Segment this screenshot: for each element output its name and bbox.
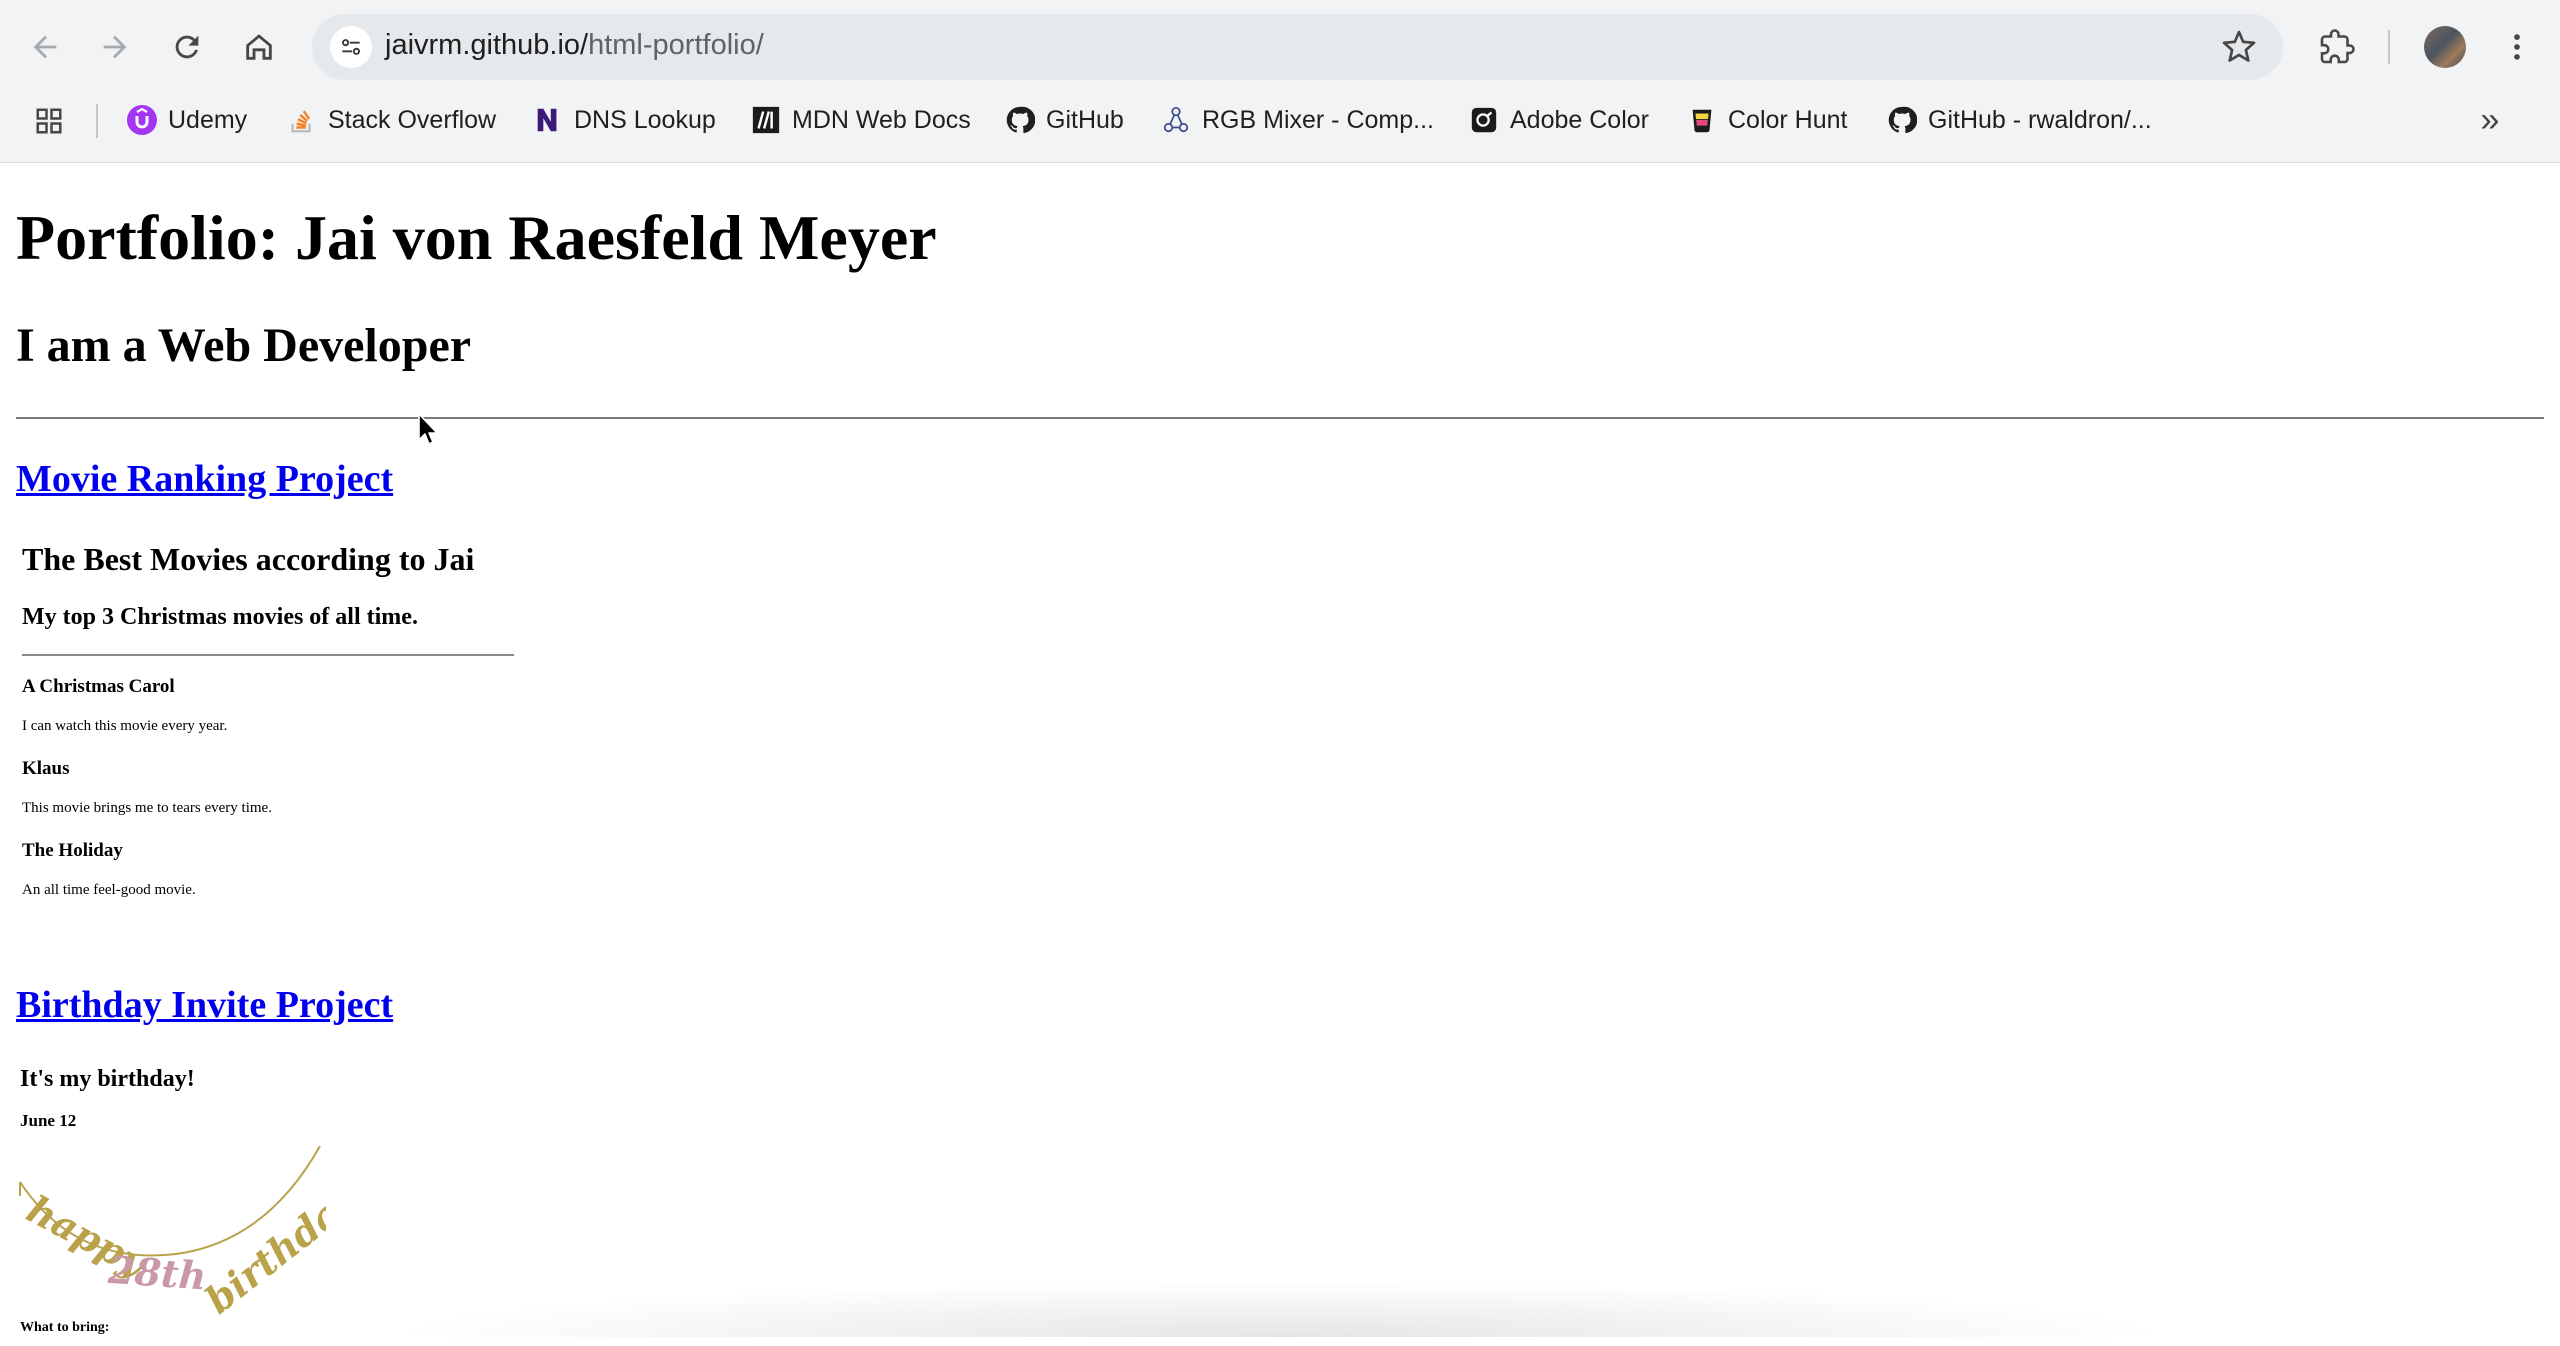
url-path: html-portfolio/ — [588, 29, 764, 61]
bookmark-stack-overflow[interactable]: Stack Overflow — [286, 96, 496, 144]
menu-kebab-icon[interactable] — [2494, 24, 2540, 70]
svg-text:birthday: birthday — [197, 1175, 326, 1323]
page-title: Portfolio: Jai von Raesfeld Meyer — [16, 202, 937, 273]
bookmark-label: GitHub - rwaldron/... — [1928, 105, 2152, 134]
back-button[interactable] — [20, 22, 70, 72]
home-button[interactable] — [234, 22, 284, 72]
home-icon — [246, 34, 272, 60]
mouse-cursor-icon — [418, 413, 438, 445]
url-text[interactable]: jaivrm.github.io/html-portfolio/ — [385, 29, 764, 62]
birthday-date: June 12 — [20, 1111, 77, 1130]
bookmark-color-hunt[interactable]: Color Hunt — [1686, 96, 1848, 144]
what-to-bring-label: What to bring: — [20, 1320, 110, 1335]
movie-section-subheading: My top 3 Christmas movies of all time. — [22, 604, 418, 630]
bookmarks-bar: Udemy Stack Overflow DNS Lookup MDN Web … — [0, 94, 2560, 146]
github-icon — [1886, 104, 1918, 136]
movie-title: Klaus — [22, 758, 70, 779]
page-content: Portfolio: Jai von Raesfeld Meyer I am a… — [0, 163, 2560, 1337]
birthday-invite-project-link[interactable]: Birthday Invite Project — [16, 983, 393, 1027]
arrow-left-icon — [33, 35, 57, 59]
reload-button[interactable] — [162, 22, 212, 72]
bookmark-dns-lookup[interactable]: DNS Lookup — [532, 96, 716, 144]
bookmark-label: Adobe Color — [1510, 105, 1649, 134]
bookmarks-separator — [96, 104, 98, 138]
adobe-color-icon — [1468, 104, 1500, 136]
toolbar-separator — [2388, 30, 2390, 64]
bookmark-label: Color Hunt — [1728, 105, 1848, 134]
color-hunt-icon — [1686, 104, 1718, 136]
stack-overflow-icon — [286, 104, 318, 136]
movie-ranking-project-link[interactable]: Movie Ranking Project — [16, 457, 393, 501]
dns-lookup-icon — [532, 104, 564, 136]
bookmark-adobe-color[interactable]: Adobe Color — [1468, 96, 1649, 144]
mdn-icon — [750, 104, 782, 136]
movie-description: I can watch this movie every year. — [22, 718, 228, 734]
bookmark-github-rwaldron[interactable]: GitHub - rwaldron/... — [1886, 96, 2152, 144]
rgb-mixer-icon — [1160, 104, 1192, 136]
svg-text:28th: 28th — [106, 1247, 208, 1299]
profile-avatar[interactable] — [2424, 26, 2466, 68]
bookmark-github[interactable]: GitHub — [1004, 96, 1124, 144]
bottom-overlay-shadow — [380, 1281, 2180, 1337]
movie-description: This movie brings me to tears every time… — [22, 800, 272, 816]
bookmark-label: DNS Lookup — [574, 105, 716, 134]
github-icon — [1004, 104, 1036, 136]
bookmark-label: MDN Web Docs — [792, 105, 971, 134]
bookmark-mdn[interactable]: MDN Web Docs — [750, 96, 971, 144]
movie-divider — [22, 654, 514, 656]
bookmark-star-icon[interactable] — [2221, 29, 2257, 65]
url-host: jaivrm.github.io/ — [385, 29, 589, 61]
movie-section-heading: The Best Movies according to Jai — [22, 541, 475, 577]
site-info-icon[interactable] — [330, 26, 372, 68]
browser-chrome: jaivrm.github.io/html-portfolio/ Udemy S… — [0, 0, 2560, 163]
extensions-icon[interactable] — [2314, 24, 2360, 70]
apps-grid-icon[interactable] — [34, 106, 64, 136]
happy-birthday-banner-image: happy 28th birthday — [19, 1146, 326, 1323]
movie-description: An all time feel-good movie. — [22, 882, 196, 898]
page-subtitle: I am a Web Developer — [16, 319, 472, 372]
bookmark-rgb-mixer[interactable]: RGB Mixer - Comp... — [1160, 96, 1434, 144]
arrow-right-icon — [103, 35, 127, 59]
movie-title: A Christmas Carol — [22, 676, 175, 697]
bookmark-label: Udemy — [168, 105, 248, 134]
birthday-heading: It's my birthday! — [20, 1066, 195, 1092]
forward-button[interactable] — [90, 22, 140, 72]
movie-title: The Holiday — [22, 840, 123, 861]
bookmark-label: RGB Mixer - Comp... — [1202, 105, 1434, 134]
address-bar[interactable]: jaivrm.github.io/html-portfolio/ — [312, 14, 2283, 80]
more-bookmarks-chevron-icon[interactable]: » — [2470, 100, 2510, 140]
udemy-icon — [126, 104, 158, 136]
divider — [16, 417, 2544, 419]
reload-icon — [175, 35, 199, 59]
bookmark-label: GitHub — [1046, 105, 1124, 134]
bookmark-udemy[interactable]: Udemy — [126, 96, 247, 144]
bookmark-label: Stack Overflow — [328, 105, 497, 134]
